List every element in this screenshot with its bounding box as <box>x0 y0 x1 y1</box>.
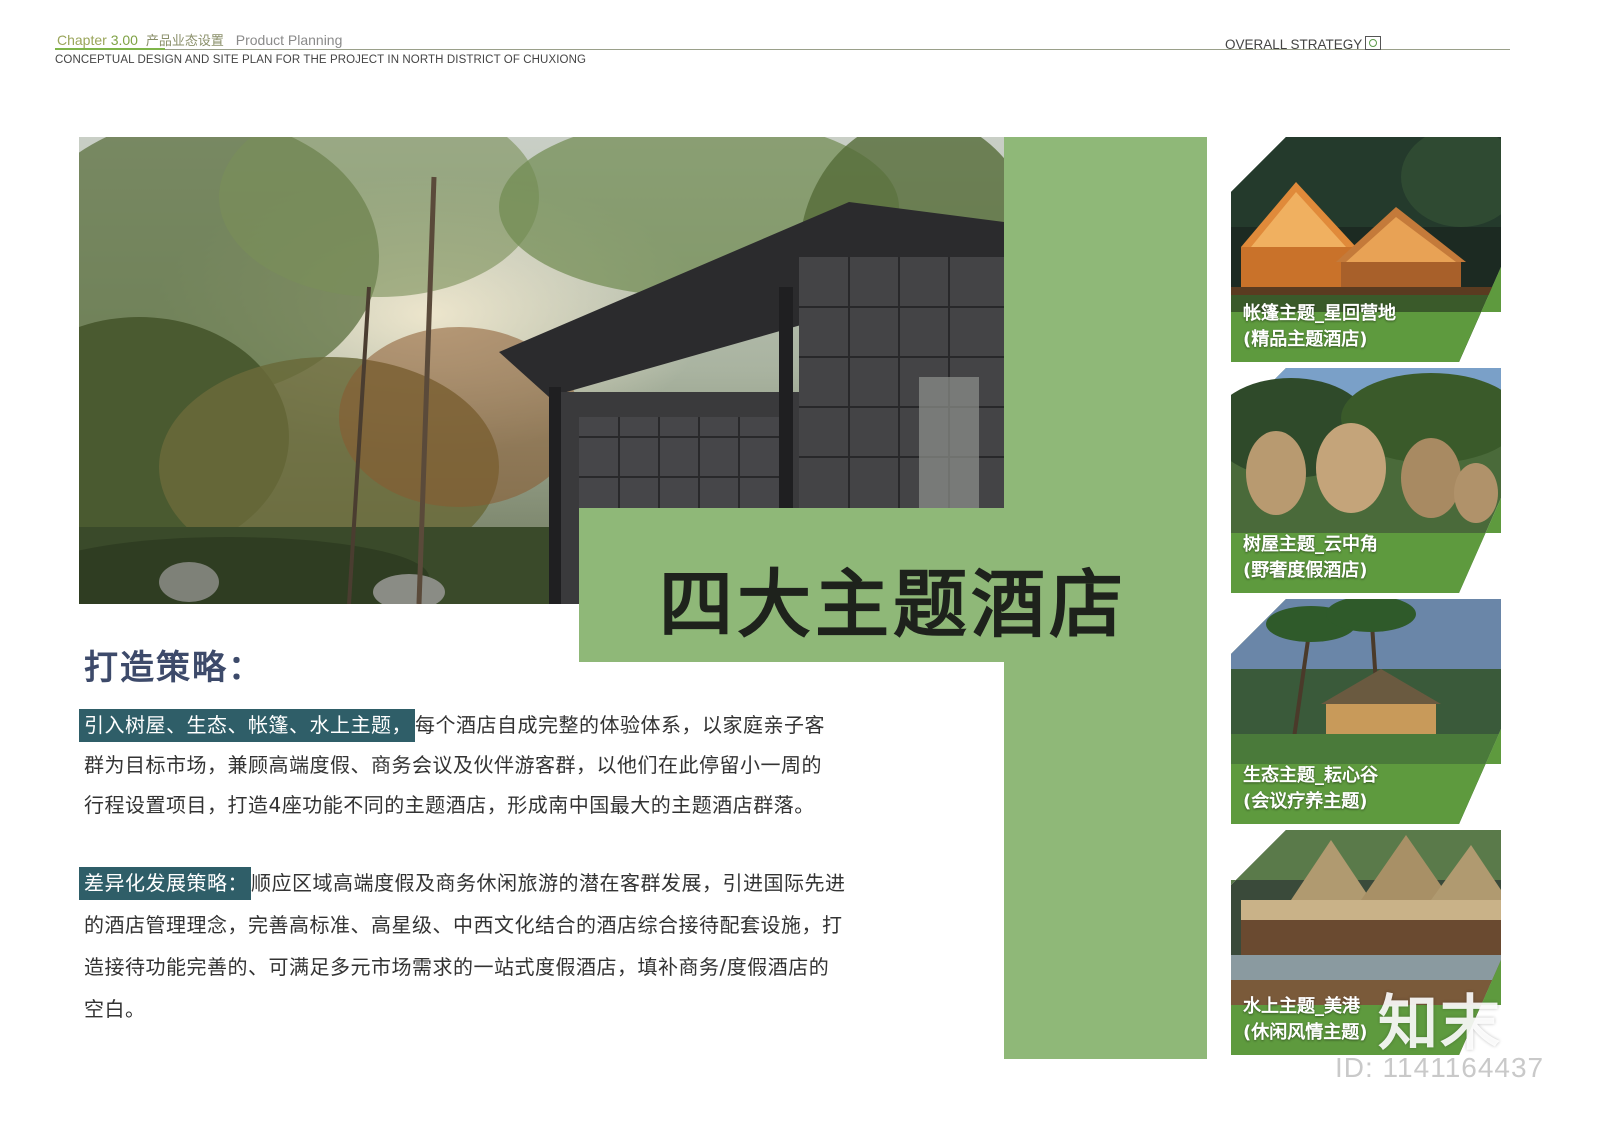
section-title-cn: 产品业态设置 <box>145 33 224 48</box>
theme-water-name: 水上主题_美港 <box>1243 996 1360 1017</box>
overall-strategy-text: OVERALL STRATEGY <box>1225 37 1363 52</box>
watermark-id: ID: 1141164437 <box>1335 1052 1545 1083</box>
chapter-number: 3.00 <box>110 32 138 48</box>
project-subtitle: CONCEPTUAL DESIGN AND SITE PLAN FOR THE … <box>55 54 587 66</box>
paragraph-2-line-1: 顺应区域高端度假及商务休闲旅游的潜在客群发展，引进国际先进 <box>251 871 846 895</box>
chapter-header: Chapter 3.00 产品业态设置 Product Planning <box>57 30 342 49</box>
theme-card-treehouse: 树屋主题_云中角 (野奢度假酒店) <box>1231 368 1501 593</box>
strategy-paragraph-2: 差异化发展策略： 顺应区域高端度假及商务休闲旅游的潜在客群发展，引进国际先进 的酒… <box>79 862 964 1030</box>
theme-water-label: 水上主题_美港 (休闲风情主题) <box>1243 994 1367 1046</box>
paragraph-2-line-3: 造接待功能完善的、可满足多元市场需求的一站式度假酒店，填补商务/度假酒店的 <box>84 955 830 979</box>
theme-tent-label: 帐篷主题_星回营地 (精品主题酒店) <box>1243 301 1396 353</box>
theme-tent-name: 帐篷主题_星回营地 <box>1243 303 1396 324</box>
paragraph-2-line-2: 的酒店管理理念，完善高标准、高星级、中西文化结合的酒店综合接待配套设施，打 <box>84 913 843 937</box>
theme-treehouse-label: 树屋主题_云中角 (野奢度假酒店) <box>1243 532 1378 584</box>
paragraph-1-line-2: 群为目标市场，兼顾高端度假、商务会议及伙伴游客群，以他们在此停留小一周的 <box>84 753 822 777</box>
paragraph-1-highlight: 引入树屋、生态、帐篷、水上主题， <box>79 709 415 742</box>
paragraph-2-highlight: 差异化发展策略： <box>79 867 251 900</box>
paragraph-1-line-3: 行程设置项目，打造4座功能不同的主题酒店，形成南中国最大的主题酒店群落。 <box>84 793 815 817</box>
strategy-logo-icon <box>1365 36 1382 50</box>
strategy-paragraph-1: 引入树屋、生态、帐篷、水上主题， 每个酒店自成完整的体验体系，以家庭亲子客 群为目… <box>79 705 964 825</box>
theme-treehouse-name: 树屋主题_云中角 <box>1243 534 1378 555</box>
paragraph-2-line-4: 空白。 <box>84 997 146 1021</box>
theme-eco-label: 生态主题_耘心谷 (会议疗养主题) <box>1243 763 1378 815</box>
paragraph-1-line-1: 每个酒店自成完整的体验体系，以家庭亲子客 <box>415 713 825 737</box>
theme-card-tent: 帐篷主题_星回营地 (精品主题酒店) <box>1231 137 1501 362</box>
theme-eco-type: (会议疗养主题) <box>1243 791 1368 812</box>
header-divider-accent <box>55 48 165 50</box>
theme-treehouse-type: (野奢度假酒店) <box>1243 560 1368 581</box>
overall-strategy-label: OVERALL STRATEGY <box>1225 36 1382 52</box>
theme-eco-name: 生态主题_耘心谷 <box>1243 765 1378 786</box>
hero-title: 四大主题酒店 <box>659 562 1127 648</box>
theme-tent-type: (精品主题酒店) <box>1243 329 1368 350</box>
theme-card-eco: 生态主题_耘心谷 (会议疗养主题) <box>1231 599 1501 824</box>
chapter-label: Chapter <box>57 32 107 48</box>
theme-water-type: (休闲风情主题) <box>1243 1022 1368 1043</box>
strategy-heading: 打造策略： <box>84 648 264 688</box>
watermark-brand: 知末 <box>1378 989 1502 1059</box>
section-title-en: Product Planning <box>235 32 343 48</box>
